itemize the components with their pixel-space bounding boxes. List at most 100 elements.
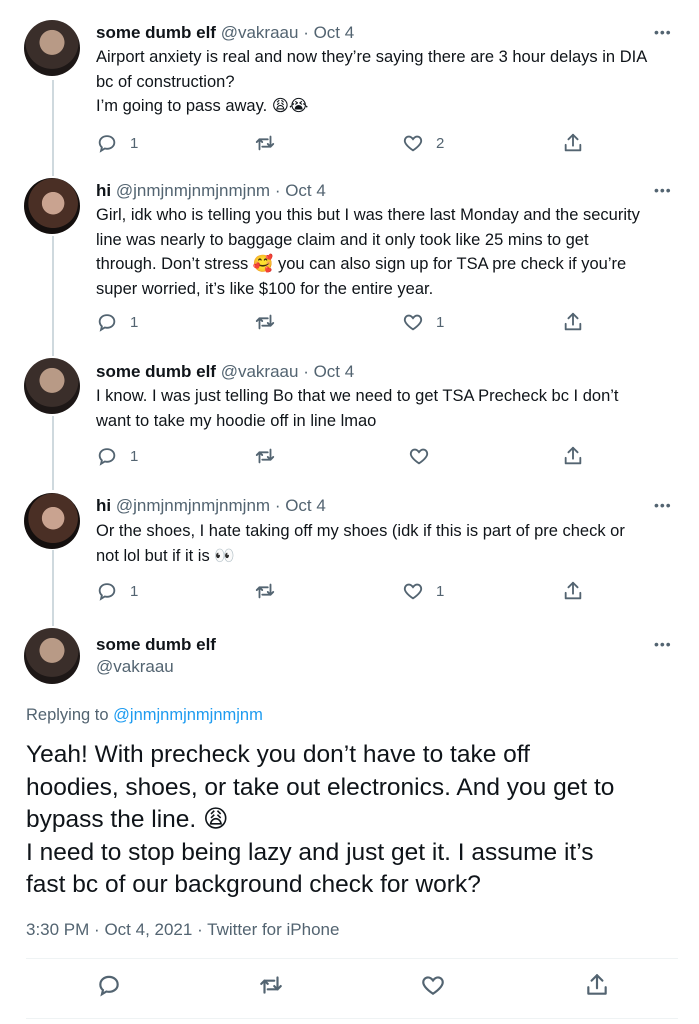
retweet-icon (255, 314, 275, 330)
more-options-icon[interactable]: ••• (654, 497, 672, 513)
reply-button[interactable]: 1 (96, 309, 138, 335)
tweet-actions: 1 1 (96, 309, 596, 335)
tweet-actions: 1 2 (96, 130, 596, 156)
share-button[interactable] (562, 578, 584, 604)
retweet-button[interactable] (254, 130, 288, 156)
main-tweet-text: Yeah! With precheck you don’t have to ta… (26, 739, 686, 902)
handle[interactable]: @jnmjnmjnmjnmjnm (116, 181, 270, 200)
reply-icon (98, 448, 116, 466)
tweet-date[interactable]: · Oct 4 (303, 23, 354, 42)
reply-icon (98, 583, 116, 601)
tweet-text-line: fast bc of our background check for work… (26, 871, 481, 898)
display-name[interactable]: hi (96, 496, 111, 515)
retweet-button[interactable] (258, 972, 284, 998)
replying-to-link[interactable]: @jnmjnmjnmjnmjnm (113, 706, 263, 724)
retweet-button[interactable] (254, 443, 288, 469)
avatar[interactable] (24, 628, 80, 684)
tweet-text: Girl, idk who is telling you this but I … (96, 203, 676, 301)
tweet-text-line: bypass the line. 😩 (26, 806, 229, 833)
retweet-button[interactable] (254, 578, 288, 604)
thread-line (52, 80, 54, 176)
thread-line (52, 416, 54, 490)
reply-icon (98, 314, 116, 332)
tweet-text-line: Yeah! With precheck you don’t have to ta… (26, 741, 530, 768)
tweet-date[interactable]: · Oct 4 (303, 362, 354, 381)
like-button[interactable]: 1 (402, 309, 444, 335)
avatar[interactable] (24, 178, 80, 234)
like-button[interactable]: 1 (402, 578, 444, 604)
tweet-text-line: I’m going to pass away. 😩😭 (96, 97, 309, 115)
retweet-icon (255, 135, 275, 151)
handle[interactable]: @vakraau (221, 23, 299, 42)
heart-icon (403, 135, 423, 152)
divider (26, 1018, 678, 1019)
share-icon (564, 312, 582, 331)
tweet-text-line: Airport anxiety is real and now they’re … (96, 48, 648, 66)
share-icon (587, 974, 607, 995)
like-button[interactable]: 2 (402, 130, 444, 156)
tweet-actions: 1 (96, 443, 596, 469)
handle[interactable]: @vakraau (96, 656, 216, 678)
heart-icon (403, 314, 423, 331)
separator-dot: · (94, 920, 100, 939)
main-tweet-actions (0, 972, 699, 1004)
like-button[interactable] (420, 972, 446, 998)
retweet-icon (255, 448, 275, 464)
tweet-text-line: want to take my hoodie off in line lmao (96, 411, 377, 430)
reply-button[interactable]: 1 (96, 130, 138, 156)
replying-to-label: Replying to (26, 706, 109, 724)
thread-line (52, 550, 54, 626)
share-icon (564, 133, 582, 152)
retweet-icon (255, 583, 275, 599)
like-button[interactable] (408, 443, 442, 469)
tweet-actions: 1 1 (96, 578, 596, 604)
reply-button[interactable] (96, 972, 122, 998)
avatar[interactable] (24, 20, 80, 76)
display-name[interactable]: some dumb elf (96, 23, 216, 42)
share-icon (564, 581, 582, 600)
tweet-text-line: hoodies, shoes, or take out electronics.… (26, 773, 615, 801)
tweet-source[interactable]: Twitter for iPhone (207, 920, 339, 939)
reply-count: 1 (130, 447, 139, 465)
tweet-text-line: I know. I was just telling Bo that we ne… (96, 387, 619, 405)
thread-line (52, 236, 54, 356)
share-button[interactable] (562, 443, 584, 469)
tweet-text: I know. I was just telling Bo that we ne… (96, 384, 676, 433)
reply-button[interactable]: 1 (96, 578, 138, 604)
display-name[interactable]: some dumb elf (96, 362, 216, 381)
replying-to: Replying to @jnmjnmjnmjnmjnm (26, 706, 263, 725)
reply-count: 1 (130, 313, 139, 331)
reply-button[interactable]: 1 (96, 443, 138, 469)
handle[interactable]: @jnmjnmjnmjnmjnm (116, 496, 270, 515)
heart-icon (409, 448, 429, 465)
reply-count: 1 (130, 134, 139, 152)
tweet-date[interactable]: · Oct 4 (275, 181, 326, 200)
retweet-button[interactable] (254, 309, 288, 335)
tweet-time[interactable]: 3:30 PM (26, 920, 89, 939)
reply-icon (98, 135, 116, 153)
display-name[interactable]: some dumb elf (96, 634, 216, 656)
share-button[interactable] (584, 972, 610, 998)
tweet-text-line: line was nearly to baggage claim and it … (96, 230, 589, 249)
display-name[interactable]: hi (96, 181, 111, 200)
tweet-metadata: 3:30 PM · Oct 4, 2021 · Twitter for iPho… (26, 920, 339, 940)
like-count: 2 (436, 134, 445, 152)
more-options-icon[interactable]: ••• (654, 182, 672, 198)
tweet-text: Airport anxiety is real and now they’re … (96, 45, 676, 119)
handle[interactable]: @vakraau (221, 362, 299, 381)
tweet-date[interactable]: · Oct 4 (275, 496, 326, 515)
more-options-icon[interactable]: ••• (654, 636, 672, 652)
tweet-full-date[interactable]: Oct 4, 2021 (104, 920, 192, 939)
tweet-text-line: not lol but if it is 👀 (96, 546, 235, 565)
more-options-icon[interactable]: ••• (654, 24, 672, 40)
heart-icon (422, 976, 444, 995)
avatar[interactable] (24, 493, 80, 549)
reply-count: 1 (130, 582, 139, 600)
like-count: 1 (436, 582, 445, 600)
tweet-text-line: super worried, it’s like $100 for the en… (96, 279, 434, 298)
share-button[interactable] (562, 130, 584, 156)
avatar[interactable] (24, 358, 80, 414)
share-button[interactable] (562, 309, 584, 335)
reply-icon (99, 975, 119, 997)
divider (26, 958, 678, 959)
